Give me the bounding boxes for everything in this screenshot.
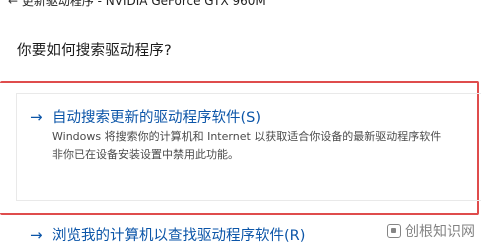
description-line: 非你已在设备安装设置中禁用此功能。 bbox=[52, 148, 239, 161]
back-arrow-icon[interactable]: ← bbox=[8, 0, 18, 8]
watermark-logo-icon bbox=[387, 224, 401, 238]
description-line: Windows 将搜索你的计算机和 Internet 以获取适合你设备的最新驱动… bbox=[52, 130, 442, 143]
arrow-right-icon: → bbox=[30, 108, 43, 126]
watermark: 创根知识网 bbox=[387, 221, 475, 241]
auto-search-option[interactable]: → 自动搜索更新的驱动程序软件(S) bbox=[30, 106, 261, 127]
window-title-bar: ← 更新驱动程序 - NVIDIA GeForce GTX 960M bbox=[0, 0, 481, 10]
auto-search-option-description: Windows 将搜索你的计算机和 Internet 以获取适合你设备的最新驱动… bbox=[52, 128, 481, 164]
arrow-right-icon: → bbox=[30, 226, 43, 244]
browse-computer-option[interactable]: → 浏览我的计算机以查找驱动程序软件(R) bbox=[30, 224, 305, 245]
page-title: 你要如何搜索驱动程序? bbox=[17, 43, 172, 59]
window-title: 更新驱动程序 - NVIDIA GeForce GTX 960M bbox=[21, 0, 266, 8]
browse-computer-option-label: 浏览我的计算机以查找驱动程序软件(R) bbox=[52, 228, 306, 244]
watermark-text: 创根知识网 bbox=[405, 224, 475, 240]
auto-search-option-label: 自动搜索更新的驱动程序软件(S) bbox=[52, 110, 262, 126]
